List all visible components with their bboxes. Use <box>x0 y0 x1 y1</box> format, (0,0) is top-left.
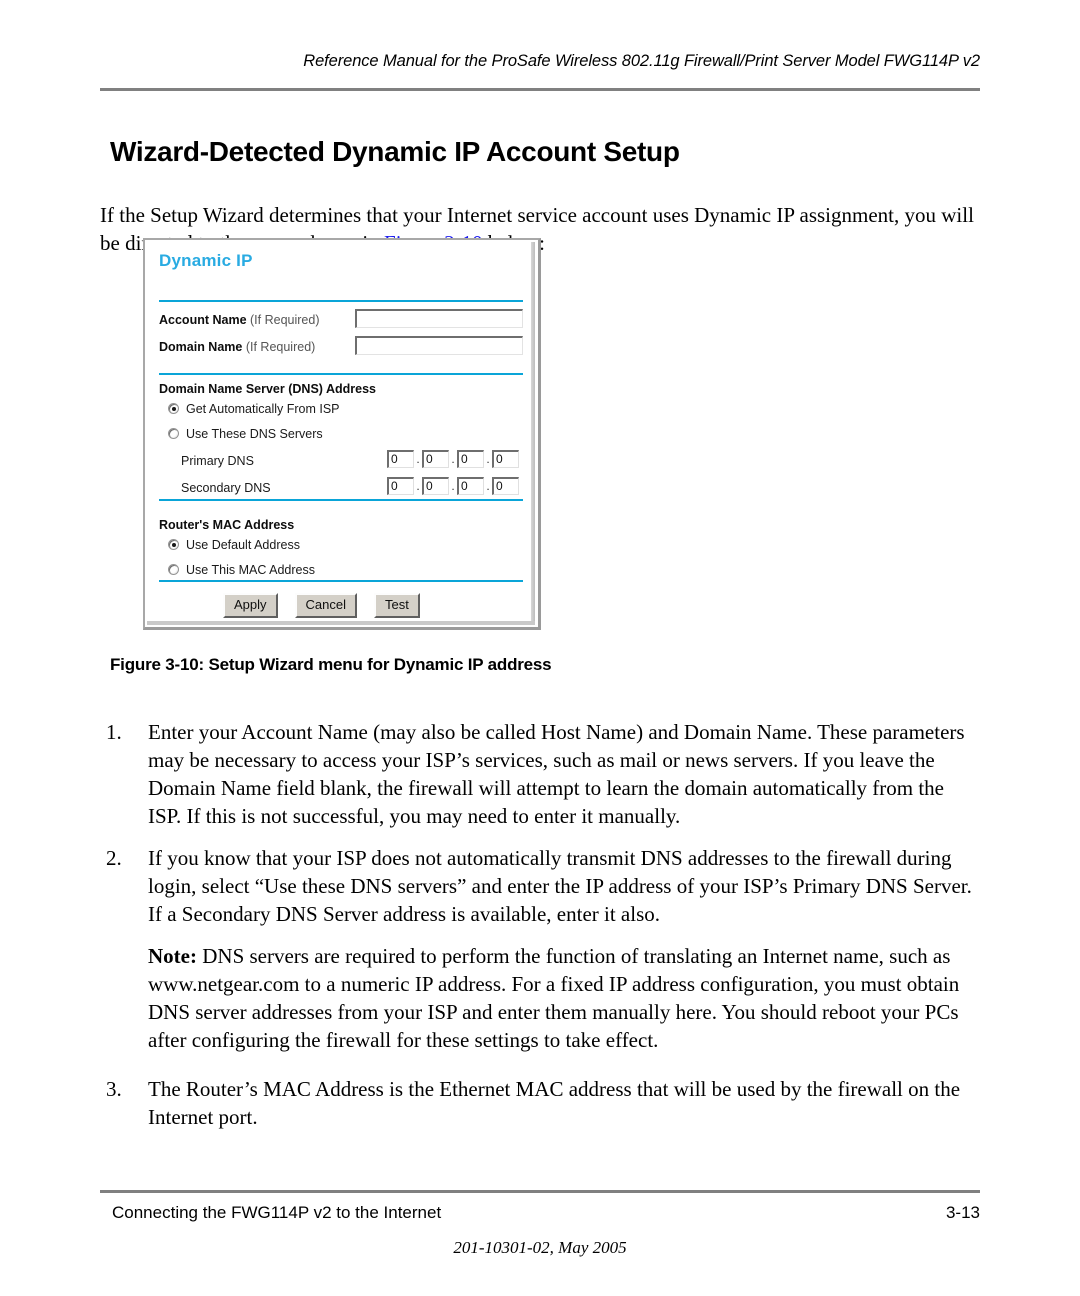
secondary-dns-octet-group: 0 . 0 . 0 . 0 <box>387 477 519 495</box>
octet-separator: . <box>486 452 490 466</box>
step-number: 2. <box>106 846 122 870</box>
mac-default-radio-label: Use Default Address <box>186 538 300 552</box>
gui-button-row: Apply Cancel Test <box>223 593 420 618</box>
numbered-step-list: 1. Enter your Account Name (may also be c… <box>100 718 980 1145</box>
gui-divider-dns <box>159 373 523 375</box>
octet-separator: . <box>416 452 420 466</box>
dns-manual-radio-row[interactable]: Use These DNS Servers <box>168 427 323 441</box>
gui-window-frame: Dynamic IP Account Name (If Required) Do… <box>143 238 541 630</box>
step-number: 3. <box>106 1077 122 1101</box>
document-page: Reference Manual for the ProSafe Wireles… <box>0 0 1080 1296</box>
header-divider <box>100 88 980 91</box>
radio-selected-icon[interactable] <box>168 539 179 550</box>
footer-page-number: 3-13 <box>945 1203 980 1222</box>
apply-button[interactable]: Apply <box>223 593 278 618</box>
primary-dns-octet-3[interactable]: 0 <box>457 450 484 468</box>
mac-this-radio-row[interactable]: Use This MAC Address <box>168 563 315 577</box>
list-item: 2. If you know that your ISP does not aut… <box>100 844 980 928</box>
primary-dns-octet-1[interactable]: 0 <box>387 450 414 468</box>
secondary-dns-octet-3[interactable]: 0 <box>457 477 484 495</box>
radio-unselected-icon[interactable] <box>168 564 179 575</box>
step-number: 1. <box>106 720 122 744</box>
note-label: Note: <box>148 944 197 968</box>
gui-divider-mac <box>159 499 523 501</box>
dns-auto-radio-label: Get Automatically From ISP <box>186 402 340 416</box>
primary-dns-octet-2[interactable]: 0 <box>422 450 449 468</box>
radio-selected-icon[interactable] <box>168 403 179 414</box>
step-text: If you know that your ISP does not autom… <box>148 846 972 926</box>
account-name-label-text: Account Name <box>159 313 247 327</box>
figure-dynamic-ip-screenshot: Dynamic IP Account Name (If Required) Do… <box>143 238 541 630</box>
secondary-dns-octet-2[interactable]: 0 <box>422 477 449 495</box>
note-text: DNS servers are required to perform the … <box>148 944 960 1052</box>
mac-default-radio-row[interactable]: Use Default Address <box>168 538 300 552</box>
note-paragraph: Note: DNS servers are required to perfor… <box>148 942 980 1054</box>
gui-scrollbar[interactable] <box>529 242 535 622</box>
radio-unselected-icon[interactable] <box>168 428 179 439</box>
domain-name-label: Domain Name (If Required) <box>159 340 315 354</box>
account-name-label: Account Name (If Required) <box>159 313 320 327</box>
dns-auto-radio-row[interactable]: Get Automatically From ISP <box>168 402 340 416</box>
secondary-dns-octet-4[interactable]: 0 <box>492 477 519 495</box>
gui-window-bottom-edge <box>147 621 535 625</box>
running-header: Reference Manual for the ProSafe Wireles… <box>303 52 980 70</box>
domain-name-optional-text: (If Required) <box>245 340 316 354</box>
octet-separator: . <box>416 479 420 493</box>
octet-separator: . <box>451 479 455 493</box>
page-title: Wizard-Detected Dynamic IP Account Setup <box>110 135 680 167</box>
gui-panel-title: Dynamic IP <box>159 251 253 270</box>
primary-dns-octet-group: 0 . 0 . 0 . 0 <box>387 450 519 468</box>
cancel-button[interactable]: Cancel <box>294 593 357 618</box>
gui-divider-top <box>159 300 523 302</box>
secondary-dns-label: Secondary DNS <box>181 481 271 495</box>
account-name-input[interactable] <box>355 309 523 328</box>
secondary-dns-octet-1[interactable]: 0 <box>387 477 414 495</box>
step-text: Enter your Account Name (may also be cal… <box>148 720 965 828</box>
list-item: 3. The Router’s MAC Address is the Ethern… <box>100 1075 980 1131</box>
primary-dns-octet-4[interactable]: 0 <box>492 450 519 468</box>
mac-section-label: Router's MAC Address <box>159 518 295 532</box>
figure-caption: Figure 3-10: Setup Wizard menu for Dynam… <box>110 655 552 674</box>
step-text: The Router’s MAC Address is the Ethernet… <box>148 1077 961 1129</box>
dns-manual-radio-label: Use These DNS Servers <box>186 427 323 441</box>
domain-name-input[interactable] <box>355 336 523 355</box>
gui-window-content: Dynamic IP Account Name (If Required) Do… <box>147 242 529 622</box>
domain-name-label-text: Domain Name <box>159 340 243 354</box>
footer-document-number: 201-10301-02, May 2005 <box>453 1238 627 1257</box>
footer-divider <box>100 1190 980 1193</box>
dns-section-label: Domain Name Server (DNS) Address <box>159 382 376 396</box>
account-name-optional-text: (If Required) <box>250 313 320 327</box>
mac-this-radio-label: Use This MAC Address <box>186 563 315 577</box>
octet-separator: . <box>486 479 490 493</box>
footer-chapter-title: Connecting the FWG114P v2 to the Interne… <box>112 1203 442 1222</box>
test-button[interactable]: Test <box>374 593 420 618</box>
octet-separator: . <box>451 452 455 466</box>
primary-dns-label: Primary DNS <box>181 454 254 468</box>
list-item: 1. Enter your Account Name (may also be c… <box>100 718 980 830</box>
gui-divider-buttons <box>159 580 523 582</box>
